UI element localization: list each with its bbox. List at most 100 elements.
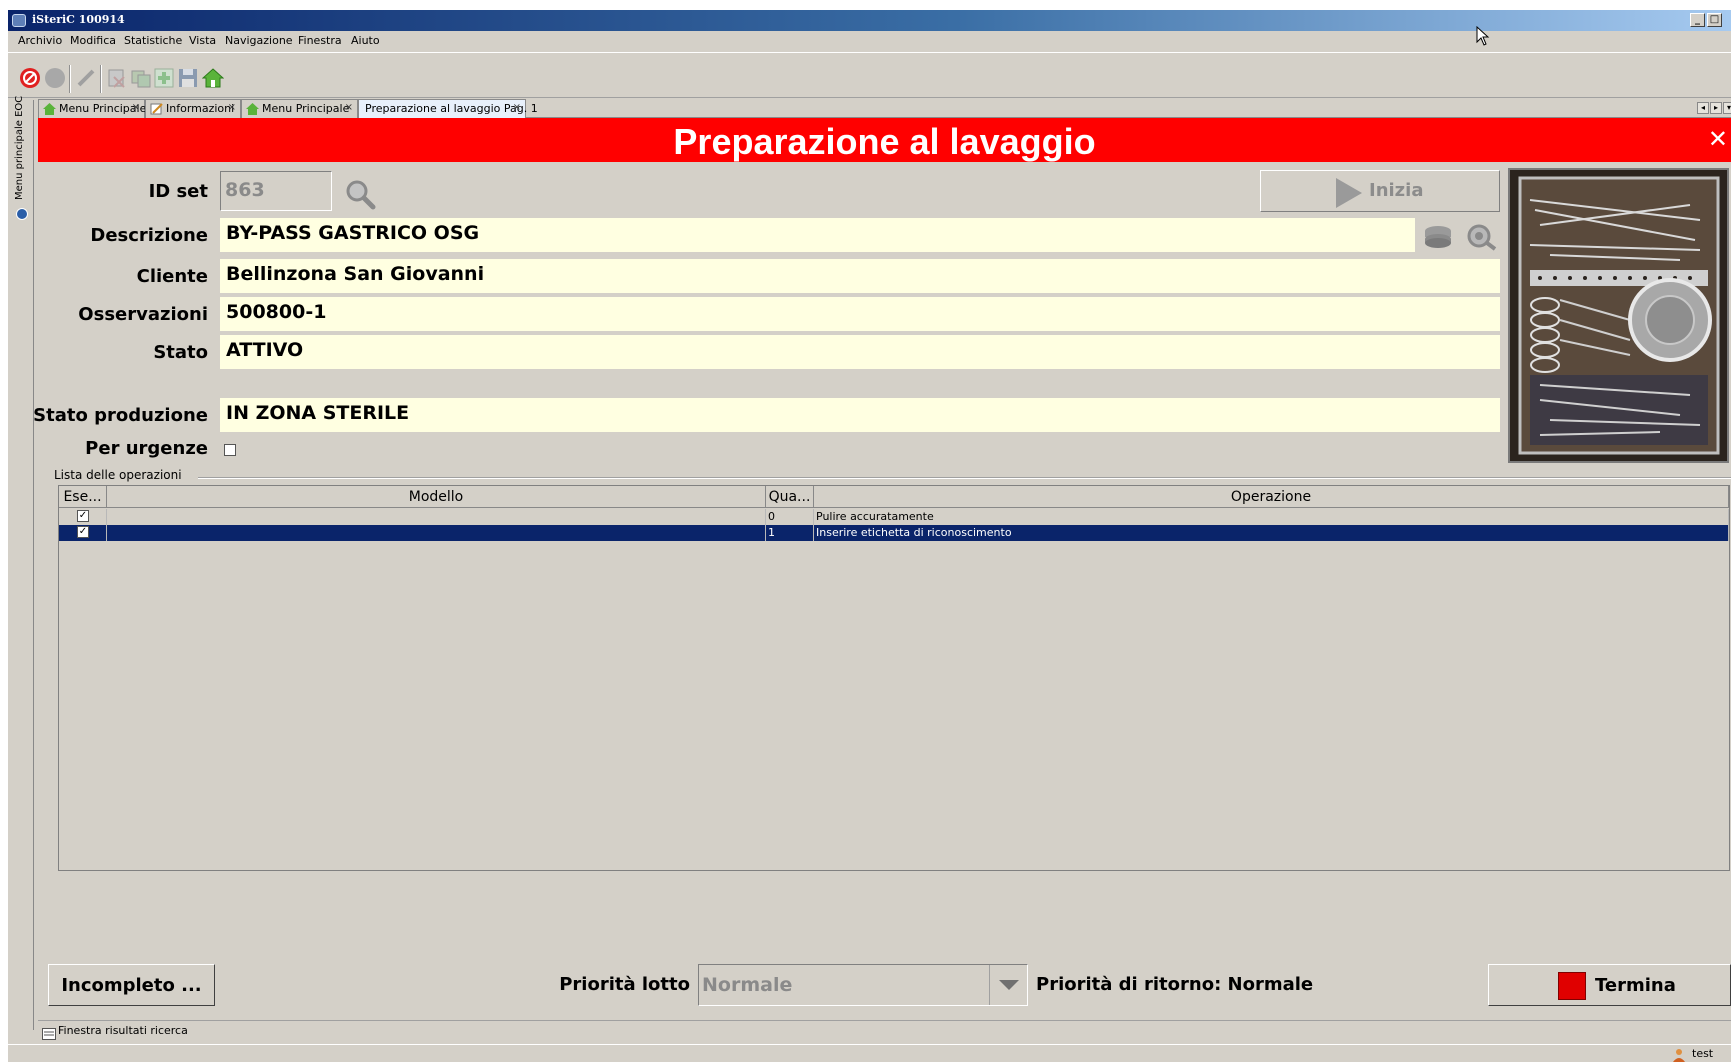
toolbar-separator <box>100 65 102 93</box>
menu-aiuto[interactable]: Aiuto <box>351 34 380 47</box>
user-name: test <box>1692 1047 1714 1060</box>
stato-produzione-field[interactable]: IN ZONA STERILE <box>220 398 1500 432</box>
maximize-button[interactable]: □ <box>1707 13 1722 27</box>
group-divider <box>198 477 1731 479</box>
tab-list-button[interactable]: ▾ <box>1723 102 1731 114</box>
stato-label: Stato <box>153 342 208 363</box>
descrizione-label: Descrizione <box>90 225 208 246</box>
minimize-button[interactable]: _ <box>1690 13 1705 27</box>
cliente-label: Cliente <box>136 266 208 287</box>
operazione-cell: Inserire etichetta di riconoscimento <box>814 525 1729 541</box>
priorita-lotto-label: Priorità lotto <box>559 974 690 995</box>
application-window: iSteriC 100914 _ □ Archivio Modifica Sta… <box>8 10 1731 1062</box>
close-icon[interactable]: × <box>228 102 236 113</box>
quantita-cell: 0 <box>766 509 814 525</box>
operazione-cell: Pulire accuratamente <box>814 509 1729 525</box>
stop-square-icon <box>1558 972 1586 1000</box>
add-icon[interactable] <box>153 67 175 89</box>
menu-finestra[interactable]: Finestra <box>298 34 342 47</box>
close-icon[interactable]: × <box>132 102 140 113</box>
id-set-field[interactable]: 863 <box>220 171 332 211</box>
osservazioni-field[interactable]: 500800-1 <box>220 297 1500 331</box>
side-tab-menu-principale[interactable]: Menu principale EOC <box>11 96 31 222</box>
column-header-modello[interactable]: Modello <box>107 486 766 508</box>
tab-label: Menu Principale <box>262 102 350 115</box>
search-icon[interactable] <box>344 178 376 210</box>
toolbar-separator <box>69 65 71 93</box>
menu-archivio[interactable]: Archivio <box>18 34 62 47</box>
descrizione-field[interactable]: BY-PASS GASTRICO OSG <box>220 218 1415 252</box>
per-urgenze-label: Per urgenze <box>85 438 208 459</box>
modello-cell <box>107 525 766 541</box>
status-bar: test <box>8 1044 1731 1062</box>
modello-cell <box>107 509 766 525</box>
operations-table: Ese... Modello Qua... Operazione ✓ 0 Pul… <box>58 485 1730 871</box>
tab-preparazione[interactable]: Preparazione al lavaggio Pag. 1 × <box>358 99 538 118</box>
home-icon[interactable] <box>201 67 225 89</box>
stop-icon[interactable] <box>19 67 41 89</box>
menu-statistiche[interactable]: Statistiche <box>124 34 182 47</box>
cliente-field[interactable]: Bellinzona San Giovanni <box>220 259 1500 293</box>
pencil-icon[interactable] <box>75 67 97 89</box>
column-header-operazione[interactable]: Operazione <box>814 486 1729 508</box>
menu-bar: Archivio Modifica Statistiche Vista Navi… <box>8 31 1731 51</box>
stato-field[interactable]: ATTIVO <box>220 335 1500 369</box>
close-icon[interactable]: × <box>345 102 353 113</box>
page-title: Preparazione al lavaggio <box>673 121 1096 162</box>
table-row-selected[interactable]: ✓ 1 Inserire etichetta di riconoscimento <box>59 525 1729 541</box>
set-photo <box>1508 168 1729 463</box>
save-icon[interactable] <box>177 67 199 89</box>
window-list-icon[interactable] <box>42 1025 56 1040</box>
tab-strip: Menu Principale × Informazioni × Menu Pr… <box>38 98 1731 118</box>
operations-group-title: Lista delle operazioni <box>54 468 182 482</box>
eseguito-cell[interactable]: ✓ <box>59 525 107 541</box>
menu-navigazione[interactable]: Navigazione <box>225 34 293 47</box>
table-row[interactable]: ✓ 0 Pulire accuratamente <box>59 509 1729 525</box>
inizia-label: Inizia <box>1369 180 1424 201</box>
user-icon <box>1672 1047 1686 1062</box>
chevron-down-icon[interactable] <box>989 965 1027 1005</box>
priorita-ritorno-text: Priorità di ritorno: Normale <box>1036 974 1314 995</box>
toolbar <box>8 52 1731 98</box>
play-icon <box>1336 178 1362 208</box>
tab-label: Informazioni <box>166 102 235 115</box>
title-bar: iSteriC 100914 _ □ <box>8 10 1731 31</box>
menu-vista[interactable]: Vista <box>189 34 216 47</box>
id-set-label: ID set <box>148 181 208 202</box>
edit-icon <box>150 103 163 115</box>
page-header: Preparazione al lavaggio ✕ <box>38 118 1731 162</box>
column-header-quantita[interactable]: Qua... <box>766 486 814 508</box>
termina-label: Termina <box>1595 975 1676 996</box>
eseguito-checkbox[interactable]: ✓ <box>77 510 89 522</box>
app-icon <box>12 14 26 27</box>
delete-icon[interactable] <box>106 67 128 89</box>
search-results-label[interactable]: Finestra risultati ricerca <box>58 1024 188 1037</box>
mouse-cursor-icon <box>1476 25 1490 46</box>
priorita-lotto-value: Normale <box>702 974 793 996</box>
inizia-button[interactable]: Inizia <box>1260 170 1500 212</box>
home-icon <box>246 103 259 115</box>
termina-button[interactable]: Termina <box>1488 964 1731 1006</box>
layers-icon[interactable] <box>1422 223 1454 251</box>
tab-scroll-left-button[interactable]: ◂ <box>1697 102 1709 114</box>
quantita-cell: 1 <box>766 525 814 541</box>
search-results-bar: Finestra risultati ricerca <box>38 1020 1731 1042</box>
eseguito-checkbox[interactable]: ✓ <box>77 526 89 538</box>
eseguito-cell[interactable]: ✓ <box>59 509 107 525</box>
tab-menu-principale-2[interactable]: Menu Principale × <box>241 99 358 118</box>
close-icon[interactable]: × <box>513 102 521 113</box>
per-urgenze-checkbox[interactable] <box>224 444 236 456</box>
tab-menu-principale-1[interactable]: Menu Principale × <box>38 99 146 118</box>
disabled-circle-icon[interactable] <box>44 67 66 89</box>
tab-scroll-right-button[interactable]: ▸ <box>1710 102 1722 114</box>
close-icon[interactable]: ✕ <box>1708 125 1728 153</box>
incompleto-button[interactable]: Incompleto ... <box>48 964 215 1006</box>
osservazioni-label: Osservazioni <box>78 304 208 325</box>
menu-modifica[interactable]: Modifica <box>70 34 116 47</box>
copy-icon[interactable] <box>130 67 152 89</box>
home-icon <box>43 103 56 115</box>
zoom-icon[interactable] <box>1466 223 1498 251</box>
priorita-lotto-dropdown[interactable]: Normale <box>698 964 1028 1006</box>
tab-informazioni[interactable]: Informazioni × <box>145 99 241 118</box>
column-header-eseguito[interactable]: Ese... <box>59 486 107 508</box>
